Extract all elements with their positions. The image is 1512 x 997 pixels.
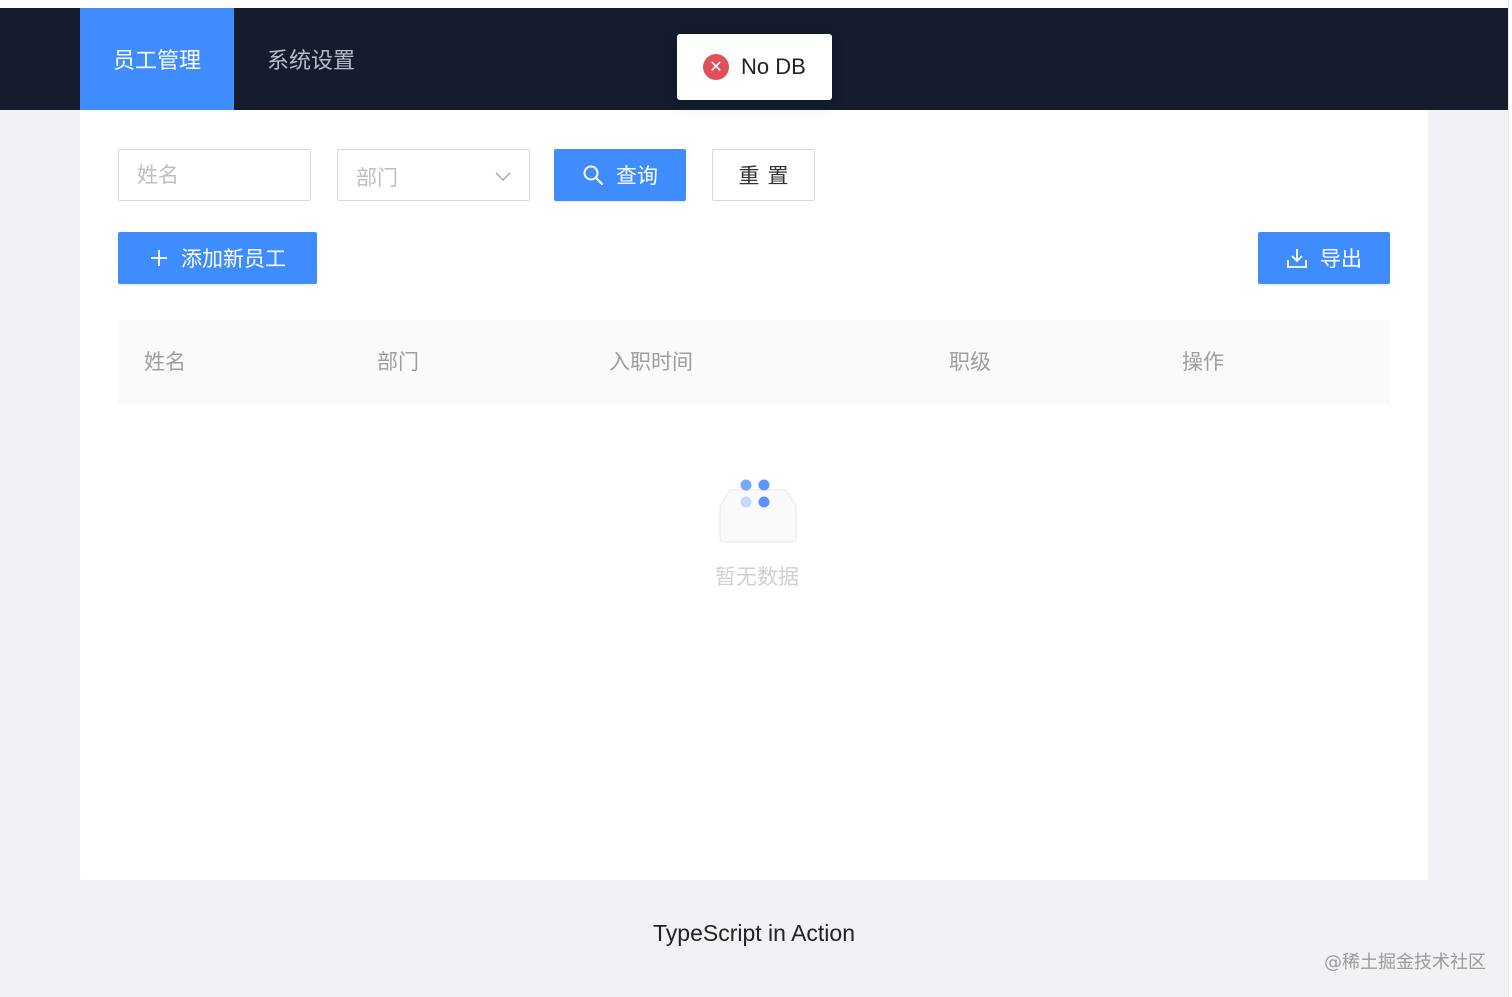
search-button-label: 查询 bbox=[616, 164, 658, 188]
window-top-border bbox=[0, 0, 1512, 8]
search-icon bbox=[583, 165, 604, 186]
export-button-label: 导出 bbox=[1320, 247, 1362, 271]
table-header: 姓名 部门 入职时间 职级 操作 bbox=[118, 320, 1390, 404]
watermark-text: @稀土掘金技术社区 bbox=[1324, 952, 1486, 973]
plus-icon bbox=[151, 250, 167, 266]
nav-item-label: 员工管理 bbox=[112, 49, 201, 74]
footer-text: TypeScript in Action bbox=[653, 920, 855, 946]
column-header-actions: 操作 bbox=[1182, 350, 1224, 374]
toast-message: No DB bbox=[741, 54, 806, 79]
error-circle-icon: ✕ bbox=[703, 54, 729, 80]
chevron-down-icon bbox=[495, 172, 511, 182]
department-select[interactable]: 部门 bbox=[337, 149, 530, 201]
reset-button[interactable]: 重置 bbox=[712, 149, 815, 201]
empty-state-text: 暂无数据 bbox=[715, 565, 799, 589]
department-select-placeholder: 部门 bbox=[356, 166, 398, 190]
nav-item-label: 系统设置 bbox=[266, 49, 355, 74]
reset-button-label: 重置 bbox=[738, 164, 797, 188]
column-header-hire-date: 入职时间 bbox=[609, 350, 693, 374]
name-field[interactable] bbox=[118, 149, 311, 201]
error-toast: ✕ No DB bbox=[677, 34, 832, 100]
add-employee-button[interactable]: 添加新员工 bbox=[118, 232, 317, 284]
download-icon bbox=[1287, 249, 1307, 268]
nav-item-employee-management[interactable]: 员工管理 bbox=[80, 8, 234, 110]
name-input[interactable] bbox=[119, 150, 310, 200]
main-content-panel: 部门 查询 重置 添加新员工 导出 姓名 部门 入职时间 职级 操 bbox=[80, 110, 1428, 880]
window-right-edge bbox=[1508, 0, 1512, 997]
search-button[interactable]: 查询 bbox=[554, 149, 686, 201]
column-header-level: 职级 bbox=[949, 350, 991, 374]
add-employee-button-label: 添加新员工 bbox=[181, 247, 286, 271]
column-header-name: 姓名 bbox=[144, 350, 186, 374]
export-button[interactable]: 导出 bbox=[1258, 232, 1390, 284]
column-header-department: 部门 bbox=[377, 350, 419, 374]
nav-item-system-settings[interactable]: 系统设置 bbox=[234, 8, 388, 110]
